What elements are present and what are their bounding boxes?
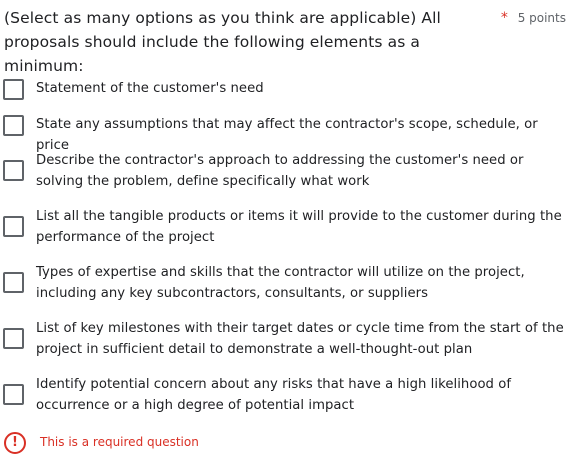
option-label[interactable]: Identify potential concern about any ris…	[36, 374, 566, 416]
checkbox[interactable]	[3, 272, 24, 293]
error-message: This is a required question	[40, 435, 199, 449]
option-label[interactable]: Types of expertise and skills that the c…	[36, 262, 566, 304]
option-label[interactable]: Statement of the customer's need	[36, 78, 566, 99]
checkbox[interactable]	[3, 160, 24, 181]
points-label: 5 points	[517, 11, 566, 25]
checkbox[interactable]	[3, 115, 24, 136]
required-asterisk: *	[500, 10, 508, 26]
checkbox[interactable]	[3, 79, 24, 100]
question-text: (Select as many options as you think are…	[4, 9, 441, 75]
option-label[interactable]: List all the tangible products or items …	[36, 206, 566, 248]
checkbox[interactable]	[3, 216, 24, 237]
points-indicator: * 5 points	[501, 10, 566, 26]
checkbox[interactable]	[3, 384, 24, 405]
error-icon: !	[4, 432, 26, 454]
option-label[interactable]: List of key milestones with their target…	[36, 318, 566, 360]
option-label[interactable]: Describe the contractor's approach to ad…	[36, 150, 566, 192]
checkbox[interactable]	[3, 328, 24, 349]
